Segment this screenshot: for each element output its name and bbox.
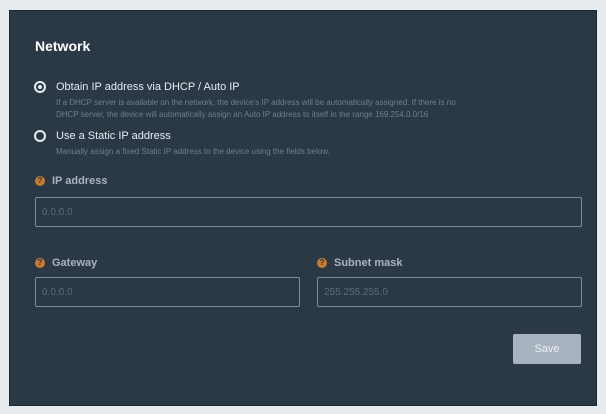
dhcp-help-line-1: If a DHCP server is available on the net…	[56, 98, 456, 107]
ip-address-help-icon[interactable]: ?	[35, 176, 45, 186]
dhcp-radio[interactable]	[34, 81, 46, 93]
gateway-help-icon[interactable]: ?	[35, 258, 45, 268]
static-ip-option[interactable]: Use a Static IP address Manually assign …	[34, 129, 571, 158]
ip-address-input[interactable]	[35, 197, 582, 227]
subnet-mask-label: Subnet mask	[334, 257, 403, 269]
ip-address-label: IP address	[52, 175, 108, 187]
dhcp-help-line-2: DHCP server, the device will automatical…	[56, 110, 429, 119]
section-title: Network	[35, 38, 91, 54]
save-button[interactable]: Save	[513, 334, 581, 364]
subnet-mask-help-icon[interactable]: ?	[317, 258, 327, 268]
dhcp-option-label[interactable]: Obtain IP address via DHCP / Auto IP	[56, 80, 571, 94]
ip-address-label-group: ? IP address	[35, 175, 107, 187]
gateway-input[interactable]	[35, 277, 300, 307]
static-ip-option-help: Manually assign a fixed Static IP addres…	[56, 147, 330, 156]
static-ip-option-label[interactable]: Use a Static IP address	[56, 129, 571, 143]
subnet-mask-input[interactable]	[317, 277, 582, 307]
subnet-mask-label-group: ? Subnet mask	[317, 257, 402, 269]
static-ip-radio[interactable]	[34, 130, 46, 142]
dhcp-option[interactable]: Obtain IP address via DHCP / Auto IP If …	[34, 80, 571, 121]
dhcp-option-help: If a DHCP server is available on the net…	[56, 97, 571, 121]
gateway-label: Gateway	[52, 257, 98, 269]
network-settings-panel: Network Obtain IP address via DHCP / Aut…	[9, 10, 597, 406]
gateway-label-group: ? Gateway	[35, 257, 97, 269]
